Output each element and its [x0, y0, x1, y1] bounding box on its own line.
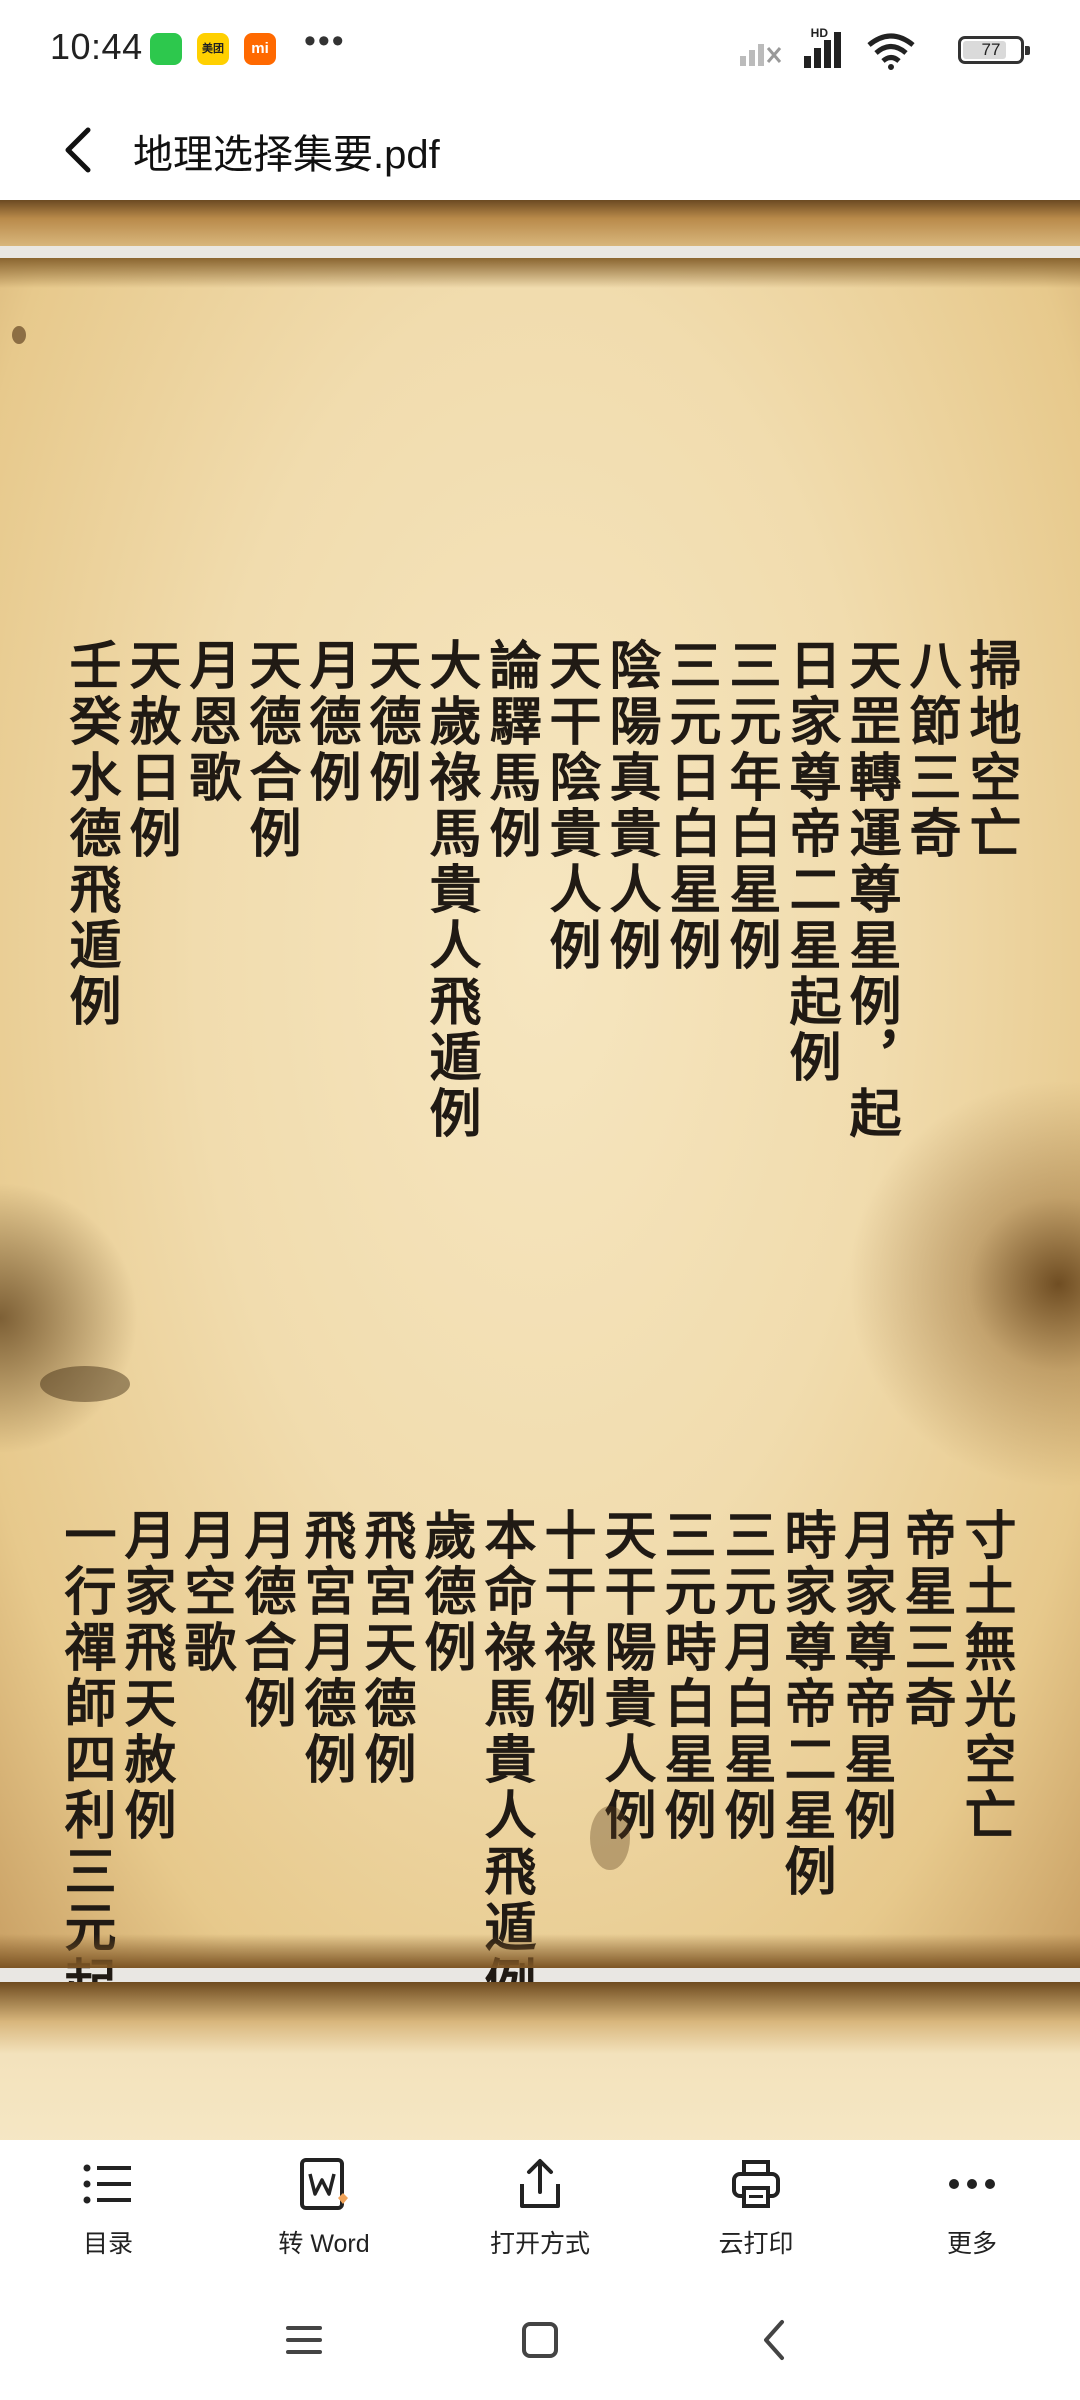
meituan-icon: 美团: [197, 33, 229, 65]
battery-percent: 77: [981, 40, 1001, 59]
cloud-print-button[interactable]: 云打印: [676, 2154, 836, 2274]
ink-stain: [12, 326, 26, 344]
manuscript-column: 天赦日例: [120, 638, 181, 862]
manuscript-column: 天德合例: [240, 638, 301, 862]
toc-button[interactable]: 目录: [28, 2154, 188, 2274]
document-title: 地理选择集要.pdf: [133, 133, 440, 177]
more-button[interactable]: 更多: [892, 2154, 1052, 2274]
page-edge-top: [0, 258, 1080, 288]
home-icon[interactable]: [510, 2310, 570, 2370]
manuscript-column: 八節三奇: [900, 638, 961, 862]
manuscript-column: 日家尊帝二星起例: [780, 638, 841, 1086]
system-navigation-bar: [0, 2280, 1080, 2400]
battery-icon: 77: [958, 36, 1030, 64]
ink-stain: [590, 1806, 630, 1870]
printer-icon: [732, 2160, 780, 2208]
manuscript-column: 天干陰貴人例: [540, 638, 601, 974]
status-indicators: HD 77: [704, 26, 1030, 72]
manuscript-column: 大歲祿馬貴人飛遁例: [420, 638, 481, 1142]
back-button[interactable]: [50, 118, 114, 182]
wifi-icon: [867, 33, 915, 70]
bottom-toolbar: 目录 转 Word 打开方式 云打印 更多: [0, 2140, 1080, 2280]
more-label: 更多: [946, 2230, 997, 2258]
signal-strong-icon: [804, 32, 841, 68]
back-icon[interactable]: [746, 2310, 806, 2370]
next-page-edge: [0, 1982, 1080, 2140]
previous-page-edge: [0, 200, 1080, 246]
manuscript-column: 論驛馬例: [480, 638, 541, 862]
manuscript-column: 掃地空亡: [960, 638, 1021, 862]
manuscript-column: 三元年白星例: [720, 638, 781, 974]
manuscript-column: 月德例: [300, 638, 361, 806]
cloud-print-label: 云打印: [718, 2230, 794, 2258]
manuscript-column: 壬癸水德飛遁例: [60, 638, 121, 1030]
word-icon: [300, 2158, 348, 2210]
signal-weak-icon: [740, 44, 782, 66]
menu-icon[interactable]: [274, 2310, 334, 2370]
manuscript-column: 三元日白星例: [660, 638, 721, 974]
convert-word-button[interactable]: 转 Word: [244, 2154, 404, 2274]
open-with-button[interactable]: 打开方式: [460, 2154, 620, 2274]
status-bar: 10:44 美团 mi ••• HD 77: [0, 0, 1080, 100]
convert-word-label: 转 Word: [278, 2230, 370, 2258]
share-icon: [520, 2159, 560, 2208]
mi-icon: mi: [244, 33, 276, 65]
manuscript-column: 陰陽真貴人例: [600, 638, 661, 974]
ink-stain: [40, 1366, 130, 1402]
manuscript-column: 天德例: [360, 638, 421, 806]
page-edge-bottom: [0, 1934, 1080, 1968]
pdf-viewer[interactable]: 掃地空亡 八節三奇 天罡轉運尊星例，起 日家尊帝二星起例 三元年白星例 三元日白星例 陰陽真…: [0, 200, 1080, 2140]
more-icon: [949, 2179, 995, 2189]
document-page: 掃地空亡 八節三奇 天罡轉運尊星例，起 日家尊帝二星起例 三元年白星例 三元日白星例 陰陽真…: [0, 258, 1080, 2068]
battery-cap: [1025, 46, 1030, 55]
open-with-label: 打开方式: [489, 2230, 590, 2258]
status-time: 10:44: [50, 26, 143, 67]
notification-more-icon: •••: [304, 22, 346, 60]
page-text-block-top: 掃地空亡 八節三奇 天罡轉運尊星例，起 日家尊帝二星起例 三元年白星例 三元日白星例 陰陽真…: [60, 638, 1021, 1288]
manuscript-column: 天罡轉運尊星例，起: [840, 638, 901, 1142]
document-header: 地理选择集要.pdf: [0, 100, 1080, 200]
manuscript-column: 月恩歌: [180, 638, 241, 806]
toc-label: 目录: [82, 2230, 133, 2258]
list-icon: [83, 2164, 131, 2204]
wechat-icon: [150, 33, 182, 65]
